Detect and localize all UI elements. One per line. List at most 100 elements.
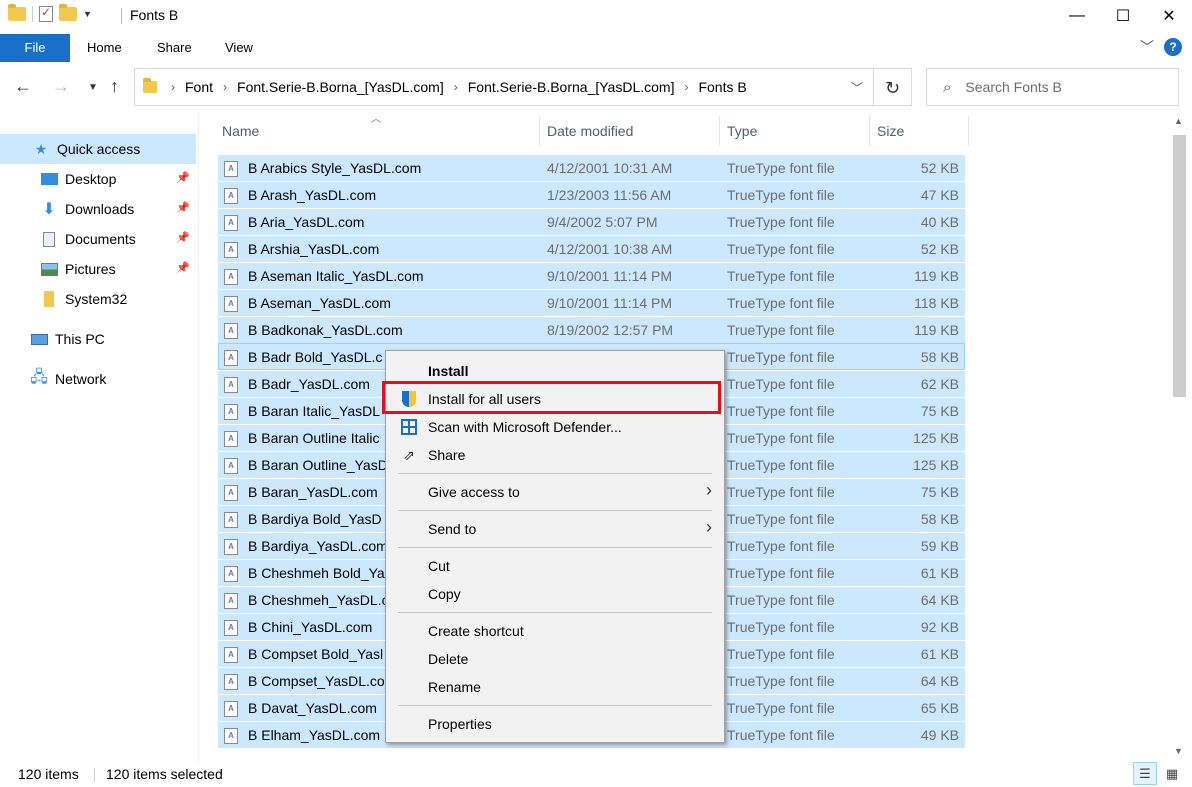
file-type: TrueType font file (727, 349, 835, 365)
menu-item-properties[interactable]: Properties (388, 710, 722, 738)
file-date-modified: 4/12/2001 10:31 AM (547, 160, 673, 176)
menu-item-cut[interactable]: Cut (388, 552, 722, 580)
file-row[interactable]: A B Arash_YasDL.com 1/23/2003 11:56 AM True… (218, 181, 965, 208)
file-name: B Bardiya_YasDL.com (248, 538, 388, 554)
tab-home[interactable]: Home (87, 34, 122, 62)
pin-icon[interactable]: 📌 (176, 231, 190, 244)
properties-icon[interactable] (39, 5, 53, 22)
breadcrumb-serie-b-1[interactable]: Font.Serie-B.Borna_[YasDL.com] (237, 79, 444, 95)
sidebar-item-documents[interactable]: Documents 📌 (0, 224, 196, 254)
sidebar-item-desktop[interactable]: Desktop 📌 (0, 164, 196, 194)
up-arrow-icon[interactable]: ↑ (110, 76, 119, 97)
maximize-button[interactable]: ☐ (1100, 0, 1146, 32)
font-file-icon: A (224, 323, 238, 339)
pin-icon[interactable]: 📌 (176, 261, 190, 274)
highlight-box (382, 381, 721, 414)
file-type: TrueType font file (727, 430, 835, 446)
menu-item-give-access-to[interactable]: Give access to › (388, 478, 722, 506)
menu-item-rename[interactable]: Rename (388, 673, 722, 701)
font-file-icon: A (224, 188, 238, 204)
item-count: 120 items (18, 766, 79, 782)
font-file-icon: A (224, 512, 238, 528)
folder-icon (40, 291, 58, 307)
file-size: 58 KB (920, 349, 959, 365)
file-name: B Elham_YasDL.com (248, 727, 381, 743)
new-folder-icon[interactable] (59, 4, 77, 21)
file-row[interactable]: A B Arabics Style_YasDL.com 4/12/2001 10:3… (218, 154, 965, 181)
menu-item-create-shortcut[interactable]: Create shortcut (388, 617, 722, 645)
sidebar-item-network[interactable]: 🖧 Network (0, 364, 196, 394)
menu-item-delete[interactable]: Delete (388, 645, 722, 673)
title-bar: ▼ Fonts B — ☐ ✕ (0, 0, 1192, 32)
file-name: B Davat_YasDL.com (248, 700, 377, 716)
file-row[interactable]: A B Aseman_YasDL.com 9/10/2001 11:14 PM Tru… (218, 289, 965, 316)
share-icon: ⇗ (403, 446, 415, 463)
file-row[interactable]: A B Aseman Italic_YasDL.com 9/10/2001 11:1… (218, 262, 965, 289)
file-type: TrueType font file (727, 700, 835, 716)
help-icon[interactable]: ? (1164, 38, 1182, 56)
address-dropdown-chevron-icon[interactable]: ﹀ (851, 79, 863, 96)
details-view-icon[interactable]: ☰ (1133, 762, 1157, 785)
sidebar-item-quick-access[interactable]: ★ Quick access (0, 134, 196, 164)
breadcrumb-separator-icon[interactable]: › (223, 80, 227, 94)
star-icon: ★ (34, 140, 48, 157)
file-type: TrueType font file (727, 160, 835, 176)
customize-toolbar-dropdown-icon[interactable]: ▼ (83, 9, 92, 19)
tab-view[interactable]: View (225, 34, 253, 62)
file-row[interactable]: A B Arshia_YasDL.com 4/12/2001 10:38 AM Tru… (218, 235, 965, 262)
file-type: TrueType font file (727, 187, 835, 203)
breadcrumb-separator-icon[interactable]: › (684, 80, 688, 94)
ribbon-tabs: File Home Share View ﹀ ? (0, 34, 1192, 62)
breadcrumb-separator-icon[interactable]: › (454, 80, 458, 94)
minimize-button[interactable]: — (1054, 0, 1100, 32)
file-type: TrueType font file (727, 538, 835, 554)
navigation-pane: ★ Quick access Desktop 📌 ⬇ Downloads 📌 D… (0, 130, 198, 760)
large-icons-view-icon[interactable]: ▦ (1160, 762, 1184, 785)
breadcrumb-serie-b-2[interactable]: Font.Serie-B.Borna_[YasDL.com] (468, 79, 675, 95)
column-header-type[interactable]: Type (723, 116, 869, 146)
refresh-button[interactable]: ↻ (874, 68, 912, 106)
menu-item-send-to[interactable]: Send to › (388, 515, 722, 543)
file-size: 52 KB (920, 241, 959, 257)
file-size: 64 KB (920, 592, 959, 608)
download-arrow-icon: ⬇ (42, 201, 56, 218)
menu-item-share[interactable]: ⇗ Share (388, 441, 722, 469)
close-button[interactable]: ✕ (1146, 0, 1192, 32)
pin-icon[interactable]: 📌 (176, 201, 190, 214)
search-input[interactable]: ⌕ Search Fonts B (926, 68, 1179, 106)
sidebar-item-pictures[interactable]: Pictures 📌 (0, 254, 196, 284)
sidebar-item-system32[interactable]: System32 (0, 284, 196, 314)
sidebar-item-this-pc[interactable]: This PC (0, 324, 196, 354)
column-header-name[interactable]: Name (218, 116, 538, 146)
file-row[interactable]: A B Aria_YasDL.com 9/4/2002 5:07 PM TrueTyp… (218, 208, 965, 235)
file-type: TrueType font file (727, 268, 835, 284)
column-header-size[interactable]: Size (873, 116, 965, 146)
status-bar: 120 items 120 items selected ☰ ▦ (0, 760, 1192, 787)
menu-item-scan-with-defender[interactable]: Scan with Microsoft Defender... (388, 413, 722, 441)
tab-file[interactable]: File (0, 34, 70, 62)
tab-share[interactable]: Share (157, 34, 192, 62)
menu-item-copy[interactable]: Copy (388, 580, 722, 608)
forward-arrow-icon[interactable]: → (52, 76, 70, 97)
file-name: B Aseman_YasDL.com (248, 295, 391, 311)
address-bar[interactable]: › Font › Font.Serie-B.Borna_[YasDL.com] … (134, 68, 874, 106)
vertical-scrollbar[interactable]: ▲ ▼ (1171, 112, 1188, 760)
file-size: 119 KB (914, 322, 959, 338)
font-file-icon: A (224, 458, 238, 474)
breadcrumb-separator-icon[interactable]: › (171, 80, 175, 94)
file-date-modified: 8/19/2002 12:57 PM (547, 322, 674, 338)
font-file-icon: A (224, 620, 238, 636)
scrollbar-thumb[interactable] (1173, 135, 1186, 397)
file-size: 75 KB (920, 484, 959, 500)
scroll-down-icon[interactable]: ▼ (1174, 746, 1183, 756)
sidebar-item-downloads[interactable]: ⬇ Downloads 📌 (0, 194, 196, 224)
column-header-date-modified[interactable]: Date modified (543, 116, 719, 146)
pin-icon[interactable]: 📌 (176, 171, 190, 184)
breadcrumb-fonts-b[interactable]: Fonts B (698, 79, 746, 95)
back-arrow-icon[interactable]: ← (14, 76, 32, 97)
recent-locations-chevron-icon[interactable]: ▼ (88, 82, 98, 93)
expand-ribbon-chevron-icon[interactable]: ﹀ (1140, 37, 1154, 57)
file-row[interactable]: A B Badkonak_YasDL.com 8/19/2002 12:57 PM T… (218, 316, 965, 343)
breadcrumb-font[interactable]: Font (185, 79, 213, 95)
scroll-up-icon[interactable]: ▲ (1174, 116, 1183, 126)
